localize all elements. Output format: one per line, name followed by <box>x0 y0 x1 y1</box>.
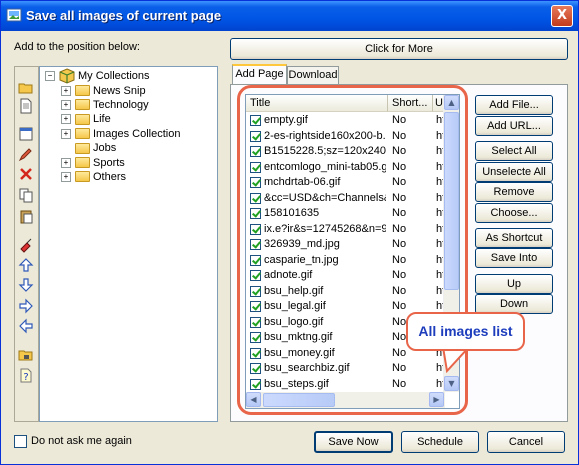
arrow-left-icon[interactable] <box>18 318 34 334</box>
svg-text:?: ? <box>23 372 28 383</box>
help-icon[interactable]: ? <box>18 367 34 383</box>
window-title: Save all images of current page <box>26 8 222 23</box>
collapse-icon[interactable]: − <box>45 70 55 81</box>
collection-tree[interactable]: − My Collections + News Snip + Technology + L… <box>39 66 218 422</box>
expand-icon[interactable]: + <box>61 128 71 139</box>
tree-root[interactable]: − My Collections <box>45 67 150 84</box>
tree-item-label: News Snip <box>93 84 146 97</box>
as-shortcut-button[interactable]: As Shortcut <box>475 228 553 248</box>
tree-item[interactable]: Jobs <box>61 141 116 156</box>
folder-icon <box>75 113 90 125</box>
annotation-ring <box>237 85 468 415</box>
dont-ask-label: Do not ask me again <box>31 435 132 447</box>
folder-icon <box>75 128 90 140</box>
expand-icon[interactable]: + <box>61 85 71 96</box>
all-images-callout: All images list <box>406 312 525 351</box>
folder-icon <box>75 142 90 154</box>
tree-item[interactable]: + Technology <box>61 97 149 112</box>
schedule-button[interactable]: Schedule <box>401 431 479 453</box>
tree-item-label: Images Collection <box>93 127 181 140</box>
folder-icon <box>75 85 90 96</box>
title-bar: Save all images of current page X <box>1 1 578 31</box>
properties-icon[interactable] <box>18 126 34 142</box>
tree-toolbar: ? <box>14 66 39 422</box>
tree-item[interactable]: + News Snip <box>61 83 146 98</box>
cube-icon <box>59 67 75 84</box>
folder-open-icon[interactable] <box>18 80 34 96</box>
folder-icon <box>75 157 90 168</box>
tree-item[interactable]: + Sports <box>61 155 125 170</box>
expand-icon[interactable]: + <box>61 114 71 125</box>
tab-add-page[interactable]: Add Page <box>232 64 287 84</box>
up-button[interactable]: Up <box>475 274 553 294</box>
dialog-window: Save all images of current page X Add to… <box>0 0 579 465</box>
tree-item-label: Sports <box>93 156 125 169</box>
tree-item-label: Others <box>93 170 127 183</box>
tree-item[interactable]: + Others <box>61 169 126 184</box>
remove-button[interactable]: Remove <box>475 182 553 202</box>
new-document-icon[interactable] <box>18 98 34 114</box>
tree-item[interactable]: + Images Collection <box>61 126 180 141</box>
arrow-down-icon[interactable] <box>18 277 34 293</box>
choose-button[interactable]: Choose... <box>475 203 553 223</box>
tree-root-label: My Collections <box>78 69 150 82</box>
expand-icon[interactable]: + <box>61 171 71 182</box>
expand-icon[interactable]: + <box>61 157 71 168</box>
dont-ask-checkbox[interactable] <box>14 435 27 448</box>
close-button[interactable]: X <box>551 5 573 27</box>
tab-download[interactable]: Download <box>287 66 339 84</box>
arrow-up-icon[interactable] <box>18 257 34 273</box>
delete-icon[interactable] <box>18 166 34 182</box>
tree-item[interactable]: + Life <box>61 112 111 127</box>
save-into-button[interactable]: Save Into <box>475 248 553 268</box>
folder-icon <box>75 99 90 111</box>
cancel-button[interactable]: Cancel <box>487 431 565 453</box>
save-now-button[interactable]: Save Now <box>314 431 393 453</box>
pencil-icon[interactable] <box>18 146 34 162</box>
expand-icon[interactable]: + <box>61 99 71 110</box>
unselect-all-button[interactable]: Unselecte All <box>475 162 553 182</box>
position-label: Add to the position below: <box>14 41 140 53</box>
down-button[interactable]: Down <box>475 294 553 314</box>
arrow-right-icon[interactable] <box>18 298 34 314</box>
add-url-button[interactable]: Add URL... <box>475 116 553 136</box>
lock-folder-icon[interactable] <box>18 347 34 363</box>
add-file-button[interactable]: Add File... <box>475 95 553 115</box>
folder-icon <box>75 171 90 183</box>
select-all-button[interactable]: Select All <box>475 141 553 161</box>
copy-icon[interactable] <box>18 187 34 203</box>
click-for-more-button[interactable]: Click for More <box>230 38 568 60</box>
tree-item-label: Technology <box>93 98 149 111</box>
paste-icon[interactable] <box>18 208 34 224</box>
tree-item-label: Life <box>93 113 111 126</box>
pin-icon[interactable] <box>18 237 34 253</box>
app-icon <box>6 8 22 22</box>
tree-item-label: Jobs <box>93 142 117 155</box>
